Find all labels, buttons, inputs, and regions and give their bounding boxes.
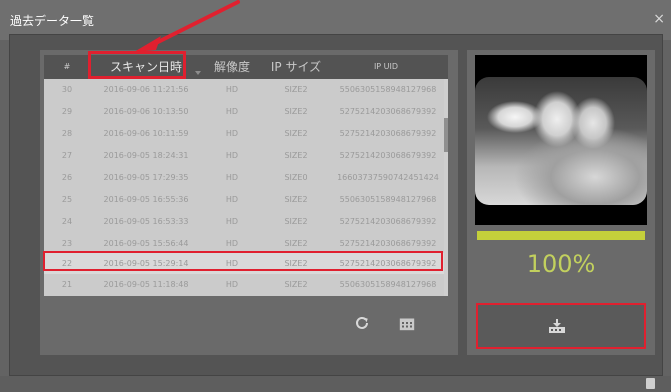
refresh-icon[interactable] (354, 315, 370, 331)
cell-ip-size: SIZE2 (284, 195, 308, 204)
table-row[interactable]: 21 2016-09-05 11:18:48 HD SIZE2 55063051… (44, 274, 444, 296)
table-scrollbar-track[interactable] (444, 79, 448, 292)
table-scrollbar-thumb[interactable] (444, 118, 448, 152)
cell-ip-size: SIZE2 (284, 239, 308, 248)
cell-ip-uid: 5506305158948127968 (339, 280, 437, 289)
cell-index: 30 (61, 85, 73, 94)
cell-index: 25 (61, 195, 73, 204)
calendar-icon[interactable] (399, 317, 415, 331)
cell-ip-uid: 16603737590742451424 (337, 173, 439, 182)
cell-ip-size: SIZE2 (284, 151, 308, 160)
cell-ip-size: SIZE2 (284, 217, 308, 226)
column-header-index[interactable]: # (44, 55, 90, 79)
cell-index: 29 (61, 107, 73, 116)
cell-datetime: 2016-09-05 16:55:36 (103, 195, 189, 204)
cell-ip-size: SIZE0 (284, 173, 308, 182)
table-row[interactable]: 29 2016-09-06 10:13:50 HD SIZE2 52752142… (44, 101, 444, 123)
cell-resolution: HD (225, 217, 239, 226)
annotation-arrow-icon (134, 0, 240, 52)
cell-ip-uid: 5275214203068679392 (339, 129, 437, 138)
sort-indicator-icon (195, 71, 201, 75)
cell-datetime: 2016-09-05 16:53:33 (103, 217, 189, 226)
progress-bar (477, 231, 645, 240)
cell-resolution: HD (225, 173, 239, 182)
table-row[interactable]: 28 2016-09-06 10:11:59 HD SIZE2 52752142… (44, 123, 444, 145)
table-row[interactable]: 26 2016-09-05 17:29:35 HD SIZE0 16603737… (44, 167, 444, 189)
cell-ip-size: SIZE2 (284, 280, 308, 289)
table-row[interactable]: 30 2016-09-06 11:21:56 HD SIZE2 55063051… (44, 79, 444, 101)
cell-datetime: 2016-09-06 11:21:56 (103, 85, 189, 94)
cell-ip-uid: 5275214203068679392 (339, 217, 437, 226)
cell-ip-uid: 5275214203068679392 (339, 107, 437, 116)
cell-index: 24 (61, 217, 73, 226)
cell-ip-uid: 5275214203068679392 (339, 151, 437, 160)
table-row[interactable]: 25 2016-09-05 16:55:36 HD SIZE2 55063051… (44, 189, 444, 211)
dental-xray-image (475, 77, 647, 205)
footer-icon (646, 378, 655, 389)
cell-datetime: 2016-09-05 11:18:48 (103, 280, 189, 289)
close-icon[interactable]: × (653, 11, 665, 27)
cell-index: 26 (61, 173, 73, 182)
selected-row-highlight (43, 251, 443, 271)
table-row[interactable]: 24 2016-09-05 16:53:33 HD SIZE2 52752142… (44, 211, 444, 233)
past-data-window: 過去データ一覧 × # スキャン日時 解像度 IP サイズ IP UID 30 … (0, 0, 671, 392)
cell-datetime: 2016-09-05 17:29:35 (103, 173, 189, 182)
cell-datetime: 2016-09-06 10:13:50 (103, 107, 189, 116)
cell-index: 28 (61, 129, 73, 138)
cell-datetime: 2016-09-05 18:24:31 (103, 151, 189, 160)
cell-ip-uid: 5275214203068679392 (339, 239, 437, 248)
column-header-ip-uid[interactable]: IP UID (330, 55, 442, 79)
cell-resolution: HD (225, 107, 239, 116)
cell-resolution: HD (225, 280, 239, 289)
cell-index: 27 (61, 151, 73, 160)
cell-index: 21 (61, 280, 73, 289)
download-icon (549, 319, 565, 333)
window-title: 過去データ一覧 (10, 14, 95, 28)
cell-datetime: 2016-09-06 10:11:59 (103, 129, 189, 138)
cell-ip-uid: 5506305158948127968 (339, 195, 437, 204)
cell-ip-uid: 5506305158948127968 (339, 85, 437, 94)
progress-percent: 100% (526, 250, 596, 278)
cell-datetime: 2016-09-05 15:56:44 (103, 239, 189, 248)
cell-resolution: HD (225, 239, 239, 248)
column-header-ip-size[interactable]: IP サイズ (262, 55, 330, 79)
status-footer (0, 376, 671, 392)
table-row[interactable]: 27 2016-09-05 18:24:31 HD SIZE2 52752142… (44, 145, 444, 167)
download-button[interactable] (476, 303, 646, 349)
cell-ip-size: SIZE2 (284, 85, 308, 94)
cell-resolution: HD (225, 85, 239, 94)
cell-ip-size: SIZE2 (284, 129, 308, 138)
cell-resolution: HD (225, 151, 239, 160)
cell-ip-size: SIZE2 (284, 107, 308, 116)
cell-resolution: HD (225, 129, 239, 138)
cell-resolution: HD (225, 195, 239, 204)
cell-index: 23 (61, 239, 73, 248)
